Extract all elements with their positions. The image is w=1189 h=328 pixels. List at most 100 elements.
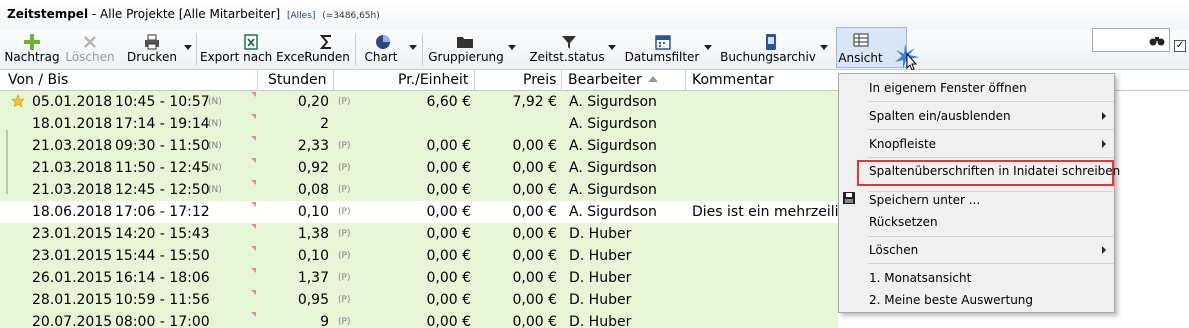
chevron-down-icon[interactable]: [508, 45, 516, 50]
zeitstatus-label: Zeitst.status: [529, 50, 605, 64]
chevron-down-icon[interactable]: [704, 45, 712, 50]
menu-item-knopfleiste[interactable]: Knopfleiste: [839, 133, 1116, 155]
chart-label: Chart: [364, 50, 398, 64]
drucken-button[interactable]: Drucken: [122, 30, 194, 68]
cell-user: D. Huber: [569, 248, 632, 264]
chevron-down-icon[interactable]: [608, 45, 616, 50]
menu-item-label: Spaltenüberschriften in Inidatei schreib…: [869, 164, 1121, 178]
cell-hours-tag: (P): [338, 295, 351, 305]
datumsfilter-label: Datumsfilter: [624, 50, 700, 64]
note-marker-icon: [251, 268, 256, 273]
chart-button[interactable]: Chart: [359, 30, 419, 68]
zeitstatus-button[interactable]: Zeitst.status: [526, 30, 618, 68]
cell-price: 0,00 €: [512, 182, 557, 198]
ansicht-context-menu: In eigenem Fenster öffnen Spalten ein/au…: [838, 73, 1120, 313]
menu-separator: [868, 129, 1114, 130]
note-marker-icon: [251, 312, 256, 317]
note-marker-icon: [251, 158, 256, 163]
filter-tag[interactable]: [Alles]: [287, 11, 315, 21]
title-text: - Alle Projekte [Alle Mitarbeiter]: [91, 7, 281, 21]
cell-user: A. Sigurdson: [569, 204, 657, 220]
cell-hours-tag: (P): [338, 229, 351, 239]
nachtrag-button[interactable]: Nachtrag: [4, 30, 60, 68]
menu-item-delete[interactable]: Löschen: [839, 239, 1116, 261]
menu-item-columns-toggle[interactable]: Spalten ein/ausblenden: [839, 105, 1116, 127]
buchungsarchiv-label: Buchungsarchiv: [720, 50, 816, 64]
archive-icon: [766, 34, 776, 50]
cell-hours: 9: [320, 314, 329, 328]
loeschen-button[interactable]: Löschen: [63, 30, 117, 68]
column-header-von-bis[interactable]: Von / Bis: [8, 72, 68, 90]
buchungsarchiv-button[interactable]: Buchungsarchiv: [718, 30, 830, 68]
note-marker-icon: [251, 180, 256, 185]
excel-icon: [244, 34, 258, 50]
table-row[interactable]: 20.07.2015 08:00 - 17:00 9 (P) 0,00 € 0,00 € D…: [0, 311, 1189, 328]
note-marker-icon: [251, 202, 256, 207]
cell-time: 09:30 - 11:50: [115, 138, 210, 154]
menu-item-open-window[interactable]: In eigenem Fenster öffnen: [839, 77, 1116, 99]
menu-item-label: Knopfleiste: [869, 137, 937, 151]
runden-button[interactable]: Runden: [302, 30, 352, 68]
toolbar-checkbox[interactable]: ✓: [1174, 40, 1186, 52]
menu-item-label: Spalten ein/ausblenden: [869, 109, 1011, 123]
note-marker-icon: [251, 224, 256, 229]
column-divider[interactable]: [257, 70, 258, 91]
column-header-kommentar[interactable]: Kommentar: [692, 72, 774, 90]
close-icon: [84, 36, 96, 48]
sort-ascending-icon: [647, 76, 658, 82]
column-header-pr-einheit[interactable]: Pr./Einheit: [398, 72, 468, 90]
cell-user: A. Sigurdson: [569, 182, 657, 198]
folder-icon: [457, 37, 473, 48]
menu-item-view-2[interactable]: 2. Meine beste Auswertung: [839, 289, 1116, 311]
menu-item-label: Rücksetzen: [869, 215, 938, 229]
cell-unit-price: 0,00 €: [426, 182, 471, 198]
menu-separator: [868, 101, 1114, 102]
gruppierung-label: Gruppierung: [428, 50, 504, 64]
cell-date: 05.01.2018: [32, 94, 113, 110]
submenu-arrow-icon: [1102, 246, 1106, 254]
loeschen-label: Löschen: [65, 50, 115, 64]
column-divider[interactable]: [474, 70, 475, 91]
cell-time: 15:44 - 15:50: [115, 248, 210, 264]
column-header-preis[interactable]: Preis: [523, 72, 556, 90]
title-bar: Zeitstempel - Alle Projekte [Alle Mitarb…: [0, 0, 1189, 30]
cell-tag: (N): [208, 97, 222, 107]
cell-unit-price: 0,00 €: [426, 314, 471, 328]
toolbar-divider: [422, 34, 423, 66]
cell-tag: (N): [208, 163, 222, 173]
export-excel-button[interactable]: Export nach Excel: [200, 30, 308, 68]
menu-item-view-1[interactable]: 1. Monatsansicht: [839, 267, 1116, 289]
menu-item-label: In eigenem Fenster öffnen: [869, 81, 1027, 95]
search-input[interactable]: [1092, 28, 1170, 52]
cell-date: 18.01.2018: [32, 116, 113, 132]
nachtrag-label: Nachtrag: [4, 50, 60, 64]
ansicht-label: Ansicht: [838, 51, 883, 65]
cell-hours-tag: (P): [338, 141, 351, 151]
datumsfilter-button[interactable]: Datumsfilter: [620, 30, 714, 68]
cell-unit-price: 0,00 €: [426, 204, 471, 220]
menu-item-save-as[interactable]: Speichern unter ...: [839, 189, 1116, 211]
cell-hours: 0,95: [297, 292, 329, 308]
cell-hours-tag: (P): [338, 163, 351, 173]
cell-time: 10:45 - 10:57: [115, 94, 210, 110]
menu-item-write-headers[interactable]: Spaltenüberschriften in Inidatei schreib…: [857, 160, 1120, 186]
column-header-stunden[interactable]: Stunden: [268, 72, 327, 90]
menu-item-reset[interactable]: Rücksetzen: [839, 211, 1116, 233]
cell-time: 16:14 - 18:06: [115, 270, 210, 286]
chevron-down-icon[interactable]: [184, 45, 192, 50]
chevron-down-icon[interactable]: [409, 45, 417, 50]
column-divider[interactable]: [561, 70, 562, 91]
menu-separator: [868, 263, 1114, 264]
cell-hours: 0,92: [297, 160, 329, 176]
chevron-down-icon[interactable]: [820, 45, 828, 50]
cell-unit-price: 0,00 €: [426, 292, 471, 308]
binoculars-icon[interactable]: [1149, 34, 1165, 46]
cell-price: 0,00 €: [512, 226, 557, 242]
cell-unit-price: 0,00 €: [426, 160, 471, 176]
cell-hours: 0,10: [297, 204, 329, 220]
column-header-bearbeiter[interactable]: Bearbeiter: [568, 72, 658, 90]
column-divider[interactable]: [685, 70, 686, 91]
cell-hours: 1,37: [297, 270, 329, 286]
gruppierung-button[interactable]: Gruppierung: [426, 30, 518, 68]
column-divider[interactable]: [333, 70, 334, 91]
